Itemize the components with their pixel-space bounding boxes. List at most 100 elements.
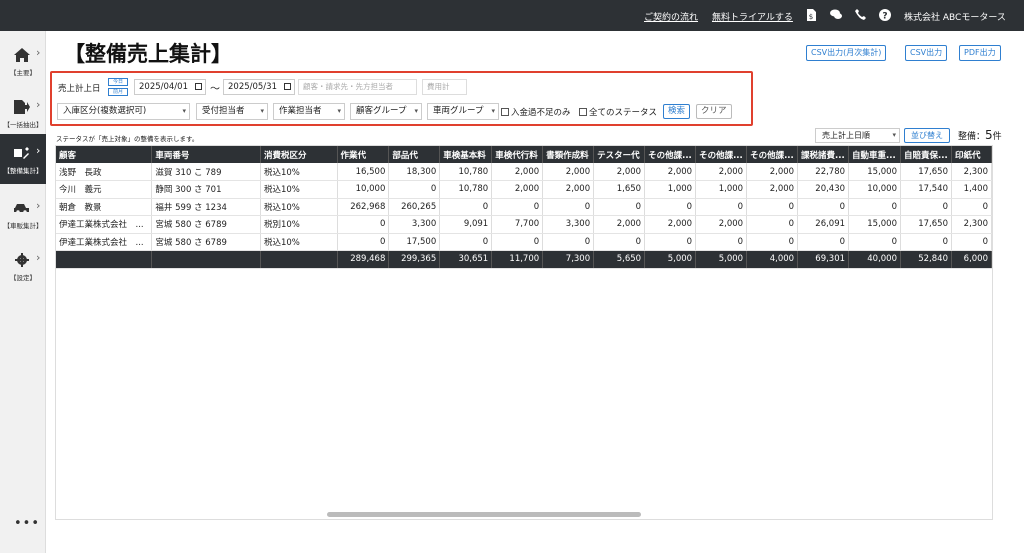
table-cell: 2,300 (951, 163, 992, 181)
sort-button[interactable]: 並び替え (904, 128, 950, 143)
reception-value: 受付担当者 (202, 106, 245, 116)
calendar-icon[interactable] (195, 83, 202, 90)
column-header[interactable]: 顧客 (56, 146, 153, 163)
table-cell: 2,000 (491, 180, 544, 199)
total-cell: 52,840 (900, 250, 952, 269)
column-header[interactable]: 自賠責保... (900, 146, 952, 163)
table-cell: 0 (746, 233, 799, 251)
table-cell: 伊達工業株式会社 ... (56, 233, 153, 251)
table-cell: 1,650 (593, 180, 646, 199)
table-cell: 0 (695, 198, 748, 216)
contract-flow-link[interactable]: ご契約の流れ (644, 10, 698, 23)
free-trial-link[interactable]: 無料トライアルする (712, 10, 793, 23)
column-header[interactable]: 書類作成料 (542, 146, 595, 163)
table-cell: 20,430 (797, 180, 850, 199)
table-row[interactable]: 今川 義元 静岡 300 さ 701 税込10% 10,000 0 10,780 2,000… (56, 180, 992, 199)
table-cell: 浅野 長政 (56, 163, 153, 181)
table-cell: 税別10% (260, 215, 338, 234)
search-button[interactable]: 検索 (663, 104, 691, 119)
table-cell: 2,300 (951, 215, 992, 234)
clear-button[interactable]: クリア (696, 104, 732, 119)
table-cell: 262,968 (337, 198, 390, 216)
chevron-down-icon: ▾ (892, 131, 896, 139)
table-cell: 静岡 300 さ 701 (151, 180, 261, 199)
date-from-input[interactable]: 2025/04/01 (134, 79, 206, 95)
sidebar-item-label: 【一括抽出】 (3, 121, 43, 129)
cost-total-input[interactable]: 費用計 (422, 79, 467, 95)
column-header[interactable]: その他課... (644, 146, 697, 163)
table-row[interactable]: 伊達工業株式会社 ... 宮城 580 さ 6789 税込10% 0 17,500 0 0 0… (56, 233, 992, 251)
table-cell: 0 (746, 198, 799, 216)
table-cell: 税込10% (260, 198, 338, 216)
table-cell: 0 (951, 198, 992, 216)
column-header[interactable]: 部品代 (388, 146, 441, 163)
prev-month-button[interactable]: 前月 (108, 88, 128, 96)
sales-table: 顧客 車両番号 消費税区分 作業代 部品代 車検基本料 車検代行料 書類作成料 テスター代 その他… (56, 146, 992, 269)
csv-monthly-button[interactable]: CSV出力(月次集計) (806, 45, 887, 61)
sidebar-item-bulk-extract[interactable]: › 【一括抽出】 (0, 88, 46, 138)
table-row[interactable]: 朝倉 教景 福井 599 さ 1234 税込10% 262,968 260,265 0 0 0… (56, 198, 992, 216)
record-count: 整備：5件 (958, 128, 1002, 142)
customer-group-select[interactable]: 顧客グループ ▾ (350, 103, 422, 120)
table-cell: 0 (542, 233, 595, 251)
column-header[interactable]: 車検基本料 (439, 146, 493, 163)
column-header[interactable]: 自動車重... (848, 146, 901, 163)
help-icon[interactable]: ? (879, 9, 891, 22)
table-row[interactable]: 伊達工業株式会社 ... 宮城 580 さ 6789 税別10% 0 3,300 9,09… (56, 215, 992, 234)
column-header[interactable]: テスター代 (593, 146, 646, 163)
sales-table-container[interactable]: 顧客 車両番号 消費税区分 作業代 部品代 車検基本料 車検代行料 書類作成料 テスター代 その他… (55, 145, 993, 520)
vehicle-group-select[interactable]: 車両グループ ▾ (427, 103, 499, 120)
horizontal-scrollbar[interactable] (327, 512, 641, 517)
calendar-icon[interactable] (284, 83, 291, 90)
total-cell: 7,300 (542, 250, 595, 269)
table-cell: 17,650 (900, 163, 952, 181)
date-to-value: 2025/05/31 (228, 82, 277, 92)
all-status-checkbox[interactable]: 全てのステータス (579, 106, 657, 118)
reception-select[interactable]: 受付担当者 ▾ (196, 103, 268, 120)
sidebar-item-car-sales[interactable]: › 【車販集計】 (0, 189, 46, 239)
today-button[interactable]: 今日 (108, 78, 128, 86)
csv-export-button[interactable]: CSV出力 (905, 45, 948, 61)
pdf-export-button[interactable]: PDF出力 (959, 45, 1001, 61)
sidebar: › 【主要】 › 【一括抽出】 › 【整備集計】 › 【車販集計】 › 【設定】… (0, 31, 46, 553)
table-cell: 17,500 (388, 233, 441, 251)
customer-search-input[interactable]: 顧客・請求先・先方担当者 (298, 79, 417, 95)
column-header[interactable]: 消費税区分 (260, 146, 338, 163)
more-icon[interactable]: ••• (14, 516, 40, 531)
sidebar-item-maintenance-summary[interactable]: › 【整備集計】 (0, 134, 46, 184)
table-cell: 2,000 (644, 215, 697, 234)
chevron-down-icon: ▾ (491, 107, 495, 115)
sort-select[interactable]: 売上計上日順 ▾ (815, 128, 900, 143)
table-cell: 2,000 (593, 163, 646, 181)
entry-type-select[interactable]: 入庫区分(複数選択可) ▾ (57, 103, 190, 120)
table-row[interactable]: 浅野 長政 滋賀 310 こ 789 税込10% 16,500 18,300 10,780… (56, 163, 992, 181)
checkbox-box[interactable] (579, 108, 587, 116)
date-to-input[interactable]: 2025/05/31 (223, 79, 295, 95)
chevron-right-icon: › (36, 98, 41, 111)
table-cell: 福井 599 さ 1234 (151, 198, 261, 216)
column-header[interactable]: 課税諸費... (797, 146, 850, 163)
checkbox-box[interactable] (501, 108, 509, 116)
yen-doc-icon[interactable]: $ (805, 9, 817, 21)
column-header[interactable]: その他課... (695, 146, 748, 163)
page-title: 【整備売上集計】 (64, 41, 232, 66)
company-name[interactable]: 株式会社 ABCモータース (904, 10, 1006, 23)
table-cell: 0 (900, 233, 952, 251)
sidebar-item-settings[interactable]: › 【設定】 (0, 241, 46, 291)
column-header[interactable]: 車検代行料 (491, 146, 544, 163)
sidebar-item-main[interactable]: › 【主要】 (0, 36, 46, 86)
chat-icon[interactable] (830, 9, 842, 21)
worker-select[interactable]: 作業担当者 ▾ (273, 103, 345, 120)
table-cell: 1,000 (644, 180, 697, 199)
unpaid-only-checkbox[interactable]: 入金過不足のみ (501, 106, 571, 118)
chevron-down-icon: ▾ (414, 107, 418, 115)
total-cell: 4,000 (746, 250, 799, 269)
column-header[interactable]: 車両番号 (151, 146, 261, 163)
chevron-down-icon: ▾ (182, 107, 186, 115)
column-header[interactable]: 印紙代 (951, 146, 992, 163)
column-header[interactable]: その他課... (746, 146, 799, 163)
column-header[interactable]: 作業代 (337, 146, 390, 163)
phone-icon[interactable] (854, 9, 866, 21)
table-cell: 0 (900, 198, 952, 216)
table-cell: 0 (439, 233, 493, 251)
